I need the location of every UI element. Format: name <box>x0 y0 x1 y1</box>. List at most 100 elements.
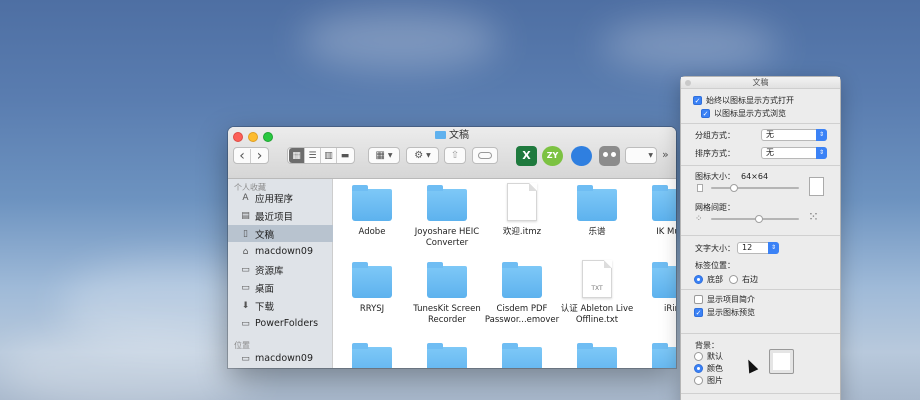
forward-button[interactable]: › <box>251 149 268 163</box>
finder-window: 文稿 ‹ › ▦ ☰ ▥ ▬ ▦ ▼ ⚙ ▼ ⇧ X ZY ▼ » 个人收藏 A… <box>228 127 676 368</box>
excel-app-icon[interactable]: X <box>516 146 537 166</box>
document-icon <box>507 183 537 221</box>
checkbox[interactable] <box>694 295 703 304</box>
file-item[interactable]: 乐谱 <box>557 183 637 238</box>
text-size-label: 文字大小： <box>695 244 735 253</box>
folder-icon[interactable] <box>427 343 467 368</box>
sidebar-item[interactable]: ⬇ 下载 <box>228 297 333 314</box>
show-icon-preview-option[interactable]: ✓ 显示图标预览 <box>694 307 755 318</box>
background-color-well[interactable] <box>769 349 794 374</box>
home-icon: ⌂ <box>242 246 249 257</box>
file-name: IK Multi <box>656 227 676 237</box>
file-item[interactable]: iRin <box>632 260 676 315</box>
sidebar-item[interactable]: ▯ 文稿 <box>228 225 333 242</box>
label-position-label: 标签位置： <box>695 261 735 270</box>
text-file-icon: TXT <box>582 260 612 298</box>
tags-button[interactable] <box>472 147 498 164</box>
browse-icon-view-option[interactable]: ✓ 以图标显示方式浏览 <box>701 108 786 119</box>
sidebar-item[interactable]: ▭ 桌面 <box>228 279 333 296</box>
folder-icon <box>577 185 617 221</box>
bg-default-option[interactable]: 默认 <box>694 351 723 362</box>
list-view-icon[interactable]: ☰ <box>305 148 321 163</box>
window-title: 文稿 <box>228 129 676 143</box>
icon-size-slider-track[interactable] <box>711 187 799 189</box>
sidebar-item-label: 下载 <box>255 301 275 313</box>
back-forward-control: ‹ › <box>233 147 269 164</box>
robot-app-icon[interactable] <box>599 146 620 166</box>
view-mode-control: ▦ ☰ ▥ ▬ <box>287 147 355 164</box>
robot-eye-icon <box>603 152 608 157</box>
checkmark-icon[interactable]: ✓ <box>694 308 703 317</box>
file-item[interactable]: Adobe <box>333 183 412 238</box>
grid-icon: ▦ <box>375 150 385 161</box>
chevron-down-icon: ▼ <box>387 152 393 159</box>
sidebar-item[interactable]: ▤ 最近项目 <box>228 207 333 224</box>
text-size-select[interactable]: 12 ⇕ <box>737 242 779 254</box>
file-item[interactable]: TunesKit Screen Recorder <box>407 260 487 326</box>
file-item[interactable]: 欢迎.itmz <box>482 183 562 238</box>
radio[interactable] <box>694 352 703 361</box>
icon-size-slider-handle[interactable] <box>730 184 738 192</box>
divider <box>681 235 840 236</box>
radio-selected[interactable] <box>694 275 703 284</box>
wallpaper-cloud <box>300 10 500 70</box>
back-button[interactable]: ‹ <box>234 148 251 163</box>
option-label: 始终以图标显示方式打开 <box>706 96 794 105</box>
group-by-label: 分组方式： <box>695 131 735 140</box>
sort-by-select[interactable]: 无 ⇕ <box>761 147 827 159</box>
gallery-view-icon[interactable]: ▬ <box>337 148 353 163</box>
file-item[interactable]: TXT 认证 Ableton Live Offline.txt <box>557 260 637 326</box>
icon-view-icon[interactable]: ▦ <box>289 148 305 163</box>
grid-spacing-slider-handle[interactable] <box>755 215 763 223</box>
radio[interactable] <box>694 376 703 385</box>
folder-icon[interactable] <box>652 343 676 368</box>
label-bottom-option[interactable]: 底部 <box>694 274 723 285</box>
file-item[interactable]: IK Multi <box>632 183 676 238</box>
sidebar-item-label: macdown09 <box>255 246 314 257</box>
sidebar-item[interactable]: A 应用程序 <box>228 189 333 206</box>
show-item-info-option[interactable]: 显示项目简介 <box>694 294 755 305</box>
close-button[interactable] <box>685 80 691 86</box>
radio[interactable] <box>729 275 738 284</box>
sidebar-item[interactable]: ▭ PowerFolders <box>228 315 333 332</box>
downloads-icon: ⬇ <box>241 300 250 311</box>
file-item[interactable]: RRYSJ <box>333 260 412 315</box>
bg-picture-option[interactable]: 图片 <box>694 375 723 386</box>
file-name: 认证 Ableton Live Offline.txt <box>560 304 634 325</box>
search-dropdown[interactable]: ▼ <box>625 147 657 164</box>
sidebar-item[interactable]: ▭ macdown09 <box>228 350 333 367</box>
chat-app-icon[interactable] <box>571 146 592 166</box>
group-by-select[interactable]: 无 ⇕ <box>761 129 827 141</box>
file-item[interactable]: Joyoshare HEIC Converter <box>407 183 487 249</box>
sidebar: 个人收藏 A 应用程序 ▤ 最近项目 ▯ 文稿 ⌂ macdown09 ▭ 资源库 ▭ 桌面 ⬇ 下载 ▭ P… <box>228 179 333 368</box>
joyoshare-app-icon[interactable]: ZY <box>542 146 563 166</box>
bg-color-option[interactable]: 颜色 <box>694 363 723 374</box>
file-name: Joyoshare HEIC Converter <box>414 227 480 248</box>
wallpaper-cloud <box>0 330 260 400</box>
file-item[interactable]: Cisdem PDF Passwor...emover <box>482 260 562 326</box>
background-label: 背景： <box>695 341 719 350</box>
toolbar-overflow-button[interactable]: » <box>662 148 669 161</box>
wallpaper-cloud <box>600 20 780 70</box>
column-view-icon[interactable]: ▥ <box>321 148 337 163</box>
checkmark-icon[interactable]: ✓ <box>701 109 710 118</box>
action-button[interactable]: ⚙ ▼ <box>406 147 439 164</box>
sidebar-item[interactable]: ⌂ macdown09 <box>228 243 333 260</box>
option-label: 右边 <box>742 275 758 284</box>
sidebar-item[interactable]: ▭ 资源库 <box>228 261 333 278</box>
folder-icon[interactable] <box>502 343 542 368</box>
file-type-tag: TXT <box>591 285 603 292</box>
divider <box>681 393 840 394</box>
folder-icon <box>352 185 392 221</box>
icon-size-value: 64×64 <box>741 172 769 181</box>
always-icon-view-option[interactable]: ✓ 始终以图标显示方式打开 <box>693 95 794 106</box>
checkmark-icon[interactable]: ✓ <box>693 96 702 105</box>
radio-selected[interactable] <box>694 364 703 373</box>
group-button[interactable]: ▦ ▼ <box>368 147 400 164</box>
folder-icon[interactable] <box>352 343 392 368</box>
folder-icon <box>435 131 446 139</box>
window-title-text: 文稿 <box>449 130 469 141</box>
share-button[interactable]: ⇧ <box>444 147 466 164</box>
label-right-option[interactable]: 右边 <box>729 274 758 285</box>
folder-icon[interactable] <box>577 343 617 368</box>
